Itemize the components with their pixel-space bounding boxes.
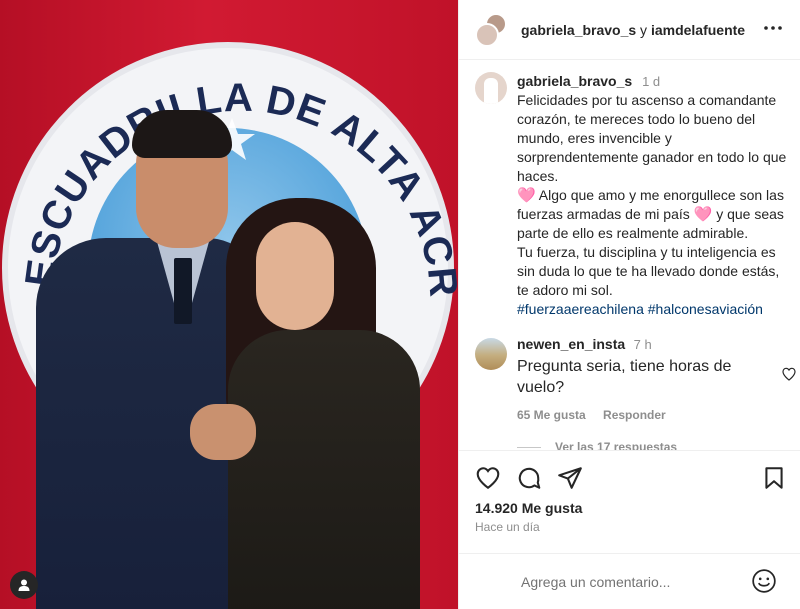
post-photo[interactable]: ESCUADRILLA DE ALTA ACROBACIA	[0, 0, 458, 609]
post-header: gabriela_bravo_s y iamdelafuente	[459, 0, 800, 60]
comments-section[interactable]: gabriela_bravo_s 1 d Felicidades por tu …	[459, 60, 800, 450]
post-timestamp: Hace un día	[475, 520, 540, 534]
bookmark-icon[interactable]	[761, 465, 787, 491]
comment-item: newen_en_insta 7 h Pregunta seria, tiene…	[475, 336, 796, 450]
avatar	[475, 22, 499, 47]
comment-likes[interactable]: 65 Me gusta	[517, 408, 586, 422]
comment-time: 7 h	[633, 337, 652, 352]
caption-time: 1 d	[642, 74, 661, 89]
caption-text: Tu fuerza, tu disciplina y tu inteligenc…	[517, 244, 780, 298]
man-tie	[174, 258, 192, 324]
add-comment-bar	[459, 553, 800, 609]
post-actions: 14.920 Me gusta Hace un día	[459, 450, 800, 560]
view-replies-button[interactable]: Ver las 17 respuestas	[517, 440, 677, 450]
comment-input[interactable]	[521, 566, 751, 598]
post-detail-panel: gabriela_bravo_s y iamdelafuente gabriel…	[458, 0, 800, 609]
author-connector: y	[636, 21, 651, 38]
post-authors: gabriela_bravo_s y iamdelafuente	[521, 22, 745, 38]
comment-body: newen_en_insta 7 h Pregunta seria, tiene…	[517, 336, 767, 422]
avatar[interactable]	[475, 72, 507, 104]
avatar[interactable]	[475, 338, 507, 370]
collab-avatars[interactable]	[475, 12, 509, 47]
caption-body: gabriela_bravo_s 1 d Felicidades por tu …	[517, 72, 791, 319]
emoji-icon[interactable]	[751, 568, 777, 594]
man-hair	[132, 110, 232, 158]
heart-emoji-icon: 🩷	[693, 206, 713, 223]
woman-figure	[228, 330, 420, 609]
caption-hashtags[interactable]: #fuerzaaereachilena #halconesaviación	[517, 300, 791, 319]
heart-icon[interactable]	[781, 366, 797, 382]
author-link[interactable]: gabriela_bravo_s	[521, 22, 636, 38]
caption-paragraph: 🩷 Algo que amo y me enorgullece son las …	[517, 186, 791, 243]
more-options-icon[interactable]	[763, 18, 783, 38]
author-link[interactable]: iamdelafuente	[651, 22, 745, 38]
tagged-users-icon[interactable]	[10, 571, 38, 599]
woman-face	[256, 222, 334, 330]
view-replies-label: Ver las 17 respuestas	[555, 440, 678, 450]
comment-bubble-icon[interactable]	[516, 465, 542, 491]
like-heart-icon[interactable]	[475, 465, 501, 491]
comment-meta: 65 Me gusta Responder	[517, 408, 767, 422]
caption-text: Felicidades por tu ascenso a comandante …	[517, 92, 787, 184]
reply-button[interactable]: Responder	[603, 408, 666, 422]
post-caption: gabriela_bravo_s 1 d Felicidades por tu …	[475, 72, 791, 319]
hand	[190, 404, 256, 460]
share-send-icon[interactable]	[557, 465, 583, 491]
comment-text: Pregunta seria, tiene horas de vuelo?	[517, 358, 732, 396]
caption-username[interactable]: gabriela_bravo_s	[517, 73, 632, 89]
likes-count[interactable]: 14.920 Me gusta	[475, 500, 582, 516]
heart-emoji-icon: 🩷	[517, 187, 536, 204]
comment-username[interactable]: newen_en_insta	[517, 336, 625, 352]
